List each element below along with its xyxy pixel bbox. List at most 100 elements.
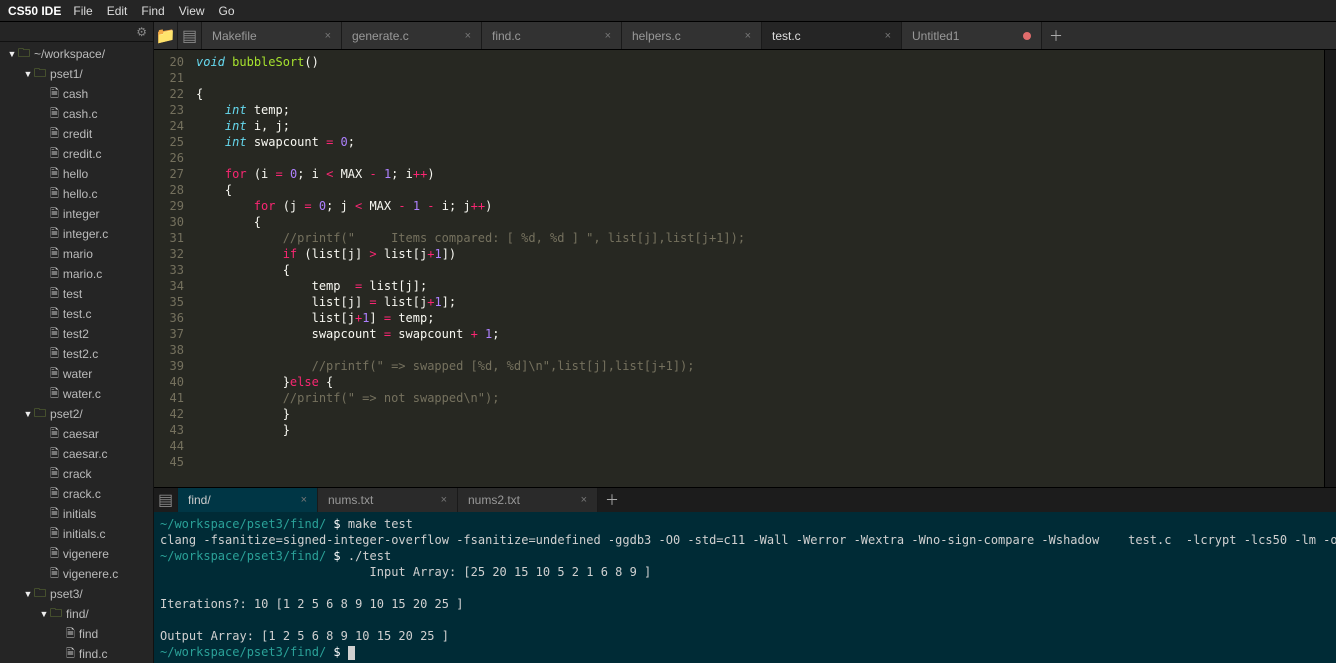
close-icon[interactable]: × bbox=[465, 30, 471, 42]
panel-icon[interactable]: ▤ bbox=[178, 22, 202, 49]
tree-file[interactable]: 🗎mario.c bbox=[0, 264, 153, 284]
tree-item-label: pset1/ bbox=[50, 67, 83, 81]
chevron-down-icon: ▼ bbox=[22, 69, 34, 79]
tree-file[interactable]: 🗎test bbox=[0, 284, 153, 304]
close-icon[interactable]: × bbox=[581, 494, 587, 506]
tree-folder[interactable]: ▼🗀pset1/ bbox=[0, 64, 153, 84]
tab-makefile[interactable]: Makefile × bbox=[202, 22, 342, 49]
code-area[interactable]: void bubbleSort() { int temp; int i, j; … bbox=[192, 50, 1324, 487]
tree-item-label: mario.c bbox=[63, 267, 102, 281]
tree-file[interactable]: 🗎 test2.c bbox=[0, 344, 153, 364]
close-icon[interactable]: × bbox=[325, 30, 331, 42]
menu-go[interactable]: Go bbox=[219, 4, 235, 18]
file-icon: 🗎 bbox=[50, 465, 59, 484]
file-tree[interactable]: ▼🗀~/workspace/▼🗀pset1/🗎cash🗎cash.c🗎credi… bbox=[0, 42, 153, 663]
tree-file[interactable]: 🗎find bbox=[0, 624, 153, 644]
chevron-down-icon: ▼ bbox=[22, 589, 34, 599]
tree-item-label: water bbox=[63, 367, 92, 381]
tree-file[interactable]: 🗎vigenere bbox=[0, 544, 153, 564]
menu-find[interactable]: Find bbox=[141, 4, 164, 18]
tree-file[interactable]: 🗎caesar.c bbox=[0, 444, 153, 464]
tree-folder[interactable]: ▼🗀pset3/ bbox=[0, 584, 153, 604]
tree-item-label: test2 bbox=[63, 327, 89, 341]
editor-tabbar: 📁 ▤ Makefile×generate.c×find.c×helpers.c… bbox=[154, 22, 1336, 50]
tree-file[interactable]: 🗎hello.c bbox=[0, 184, 153, 204]
tab-label: generate.c bbox=[352, 29, 409, 43]
tree-item-label: hello bbox=[63, 167, 88, 181]
tree-folder[interactable]: ▼🗀~/workspace/ bbox=[0, 44, 153, 64]
file-icon: 🗎 bbox=[50, 425, 59, 444]
gear-icon[interactable]: ⚙ bbox=[136, 25, 147, 39]
tree-file[interactable]: 🗎crack bbox=[0, 464, 153, 484]
tree-file[interactable]: 🗎initials bbox=[0, 504, 153, 524]
terminal-tab-add-button[interactable]: ＋ bbox=[598, 488, 626, 512]
tree-item-label: integer.c bbox=[63, 227, 108, 241]
tree-file[interactable]: 🗎vigenere.c bbox=[0, 564, 153, 584]
close-icon[interactable]: × bbox=[885, 30, 891, 42]
tree-file[interactable]: 🗎credit bbox=[0, 124, 153, 144]
file-icon: 🗎 bbox=[66, 645, 75, 663]
close-icon[interactable]: × bbox=[441, 494, 447, 506]
sidebar: ⚙ ▼🗀~/workspace/▼🗀pset1/🗎cash🗎cash.c🗎cre… bbox=[0, 22, 154, 663]
tree-file[interactable]: 🗎find.c bbox=[0, 644, 153, 663]
close-icon[interactable]: × bbox=[301, 494, 307, 506]
folder-icon: 🗀 bbox=[50, 604, 62, 625]
file-icon: 🗎 bbox=[50, 325, 59, 344]
menubar: CS50 IDE FileEditFindViewGo bbox=[0, 0, 1336, 22]
tree-file[interactable]: 🗎crack.c bbox=[0, 484, 153, 504]
file-icon: 🗎 bbox=[50, 285, 59, 304]
tree-file[interactable]: 🗎 caesar bbox=[0, 424, 153, 444]
tree-item-label: integer bbox=[63, 207, 100, 221]
tree-file[interactable]: 🗎cash bbox=[0, 84, 153, 104]
tab-label: find/ bbox=[188, 493, 211, 507]
terminal-panel-icon[interactable]: ▤ bbox=[154, 488, 178, 512]
tree-file[interactable]: 🗎initials.c bbox=[0, 524, 153, 544]
terminal-tab-find-[interactable]: find/ × bbox=[178, 488, 318, 512]
file-icon: 🗎 bbox=[50, 245, 59, 264]
terminal-tab-nums-txt[interactable]: nums.txt × bbox=[318, 488, 458, 512]
terminal-cursor bbox=[348, 646, 355, 660]
tree-item-label: hello.c bbox=[63, 187, 98, 201]
file-icon: 🗎 bbox=[50, 305, 59, 324]
chevron-down-icon: ▼ bbox=[6, 49, 18, 59]
tab-test-c[interactable]: test.c× bbox=[762, 22, 902, 49]
tree-item-label: caesar bbox=[63, 427, 99, 441]
scrollbar[interactable] bbox=[1324, 50, 1336, 487]
menu-edit[interactable]: Edit bbox=[107, 4, 128, 18]
tab-helpers-c[interactable]: helpers.c × bbox=[622, 22, 762, 49]
tree-file[interactable]: 🗎water.c bbox=[0, 384, 153, 404]
tree-file[interactable]: 🗎integer.c bbox=[0, 224, 153, 244]
file-icon: 🗎 bbox=[50, 345, 59, 364]
code-editor[interactable]: 2021222324252627282930313233343536373839… bbox=[154, 50, 1336, 487]
tab-label: helpers.c bbox=[632, 29, 681, 43]
tree-item-label: credit bbox=[63, 127, 92, 141]
menu-file[interactable]: File bbox=[73, 4, 92, 18]
tree-file[interactable]: 🗎mario bbox=[0, 244, 153, 264]
terminal[interactable]: ~/workspace/pset3/find/ $ make testclang… bbox=[154, 512, 1336, 663]
terminal-tab-nums2-txt[interactable]: nums2.txt × bbox=[458, 488, 598, 512]
tab-add-button[interactable]: ＋ bbox=[1042, 22, 1070, 49]
tree-file[interactable]: 🗎cash.c bbox=[0, 104, 153, 124]
folder-icon[interactable]: 📁 bbox=[154, 22, 178, 49]
tree-item-label: vigenere.c bbox=[63, 567, 118, 581]
close-icon[interactable]: × bbox=[605, 30, 611, 42]
tree-item-label: test2.c bbox=[63, 347, 98, 361]
tree-folder[interactable]: ▼🗀find/ bbox=[0, 604, 153, 624]
tree-file[interactable]: 🗎hello bbox=[0, 164, 153, 184]
tree-file[interactable]: 🗎test.c bbox=[0, 304, 153, 324]
tab-label: nums.txt bbox=[328, 493, 373, 507]
tab-label: nums2.txt bbox=[468, 493, 520, 507]
menu-view[interactable]: View bbox=[179, 4, 205, 18]
tab-find-c[interactable]: find.c× bbox=[482, 22, 622, 49]
tab-untitled1[interactable]: Untitled1 bbox=[902, 22, 1042, 49]
close-icon[interactable]: × bbox=[745, 30, 751, 42]
tree-file[interactable]: 🗎 test2 bbox=[0, 324, 153, 344]
tree-folder[interactable]: ▼🗀pset2/ bbox=[0, 404, 153, 424]
tree-file[interactable]: 🗎water bbox=[0, 364, 153, 384]
file-icon: 🗎 bbox=[50, 545, 59, 564]
file-icon: 🗎 bbox=[50, 145, 59, 164]
tab-generate-c[interactable]: generate.c × bbox=[342, 22, 482, 49]
tab-label: Makefile bbox=[212, 29, 257, 43]
tree-file[interactable]: 🗎credit.c bbox=[0, 144, 153, 164]
tree-file[interactable]: 🗎integer bbox=[0, 204, 153, 224]
